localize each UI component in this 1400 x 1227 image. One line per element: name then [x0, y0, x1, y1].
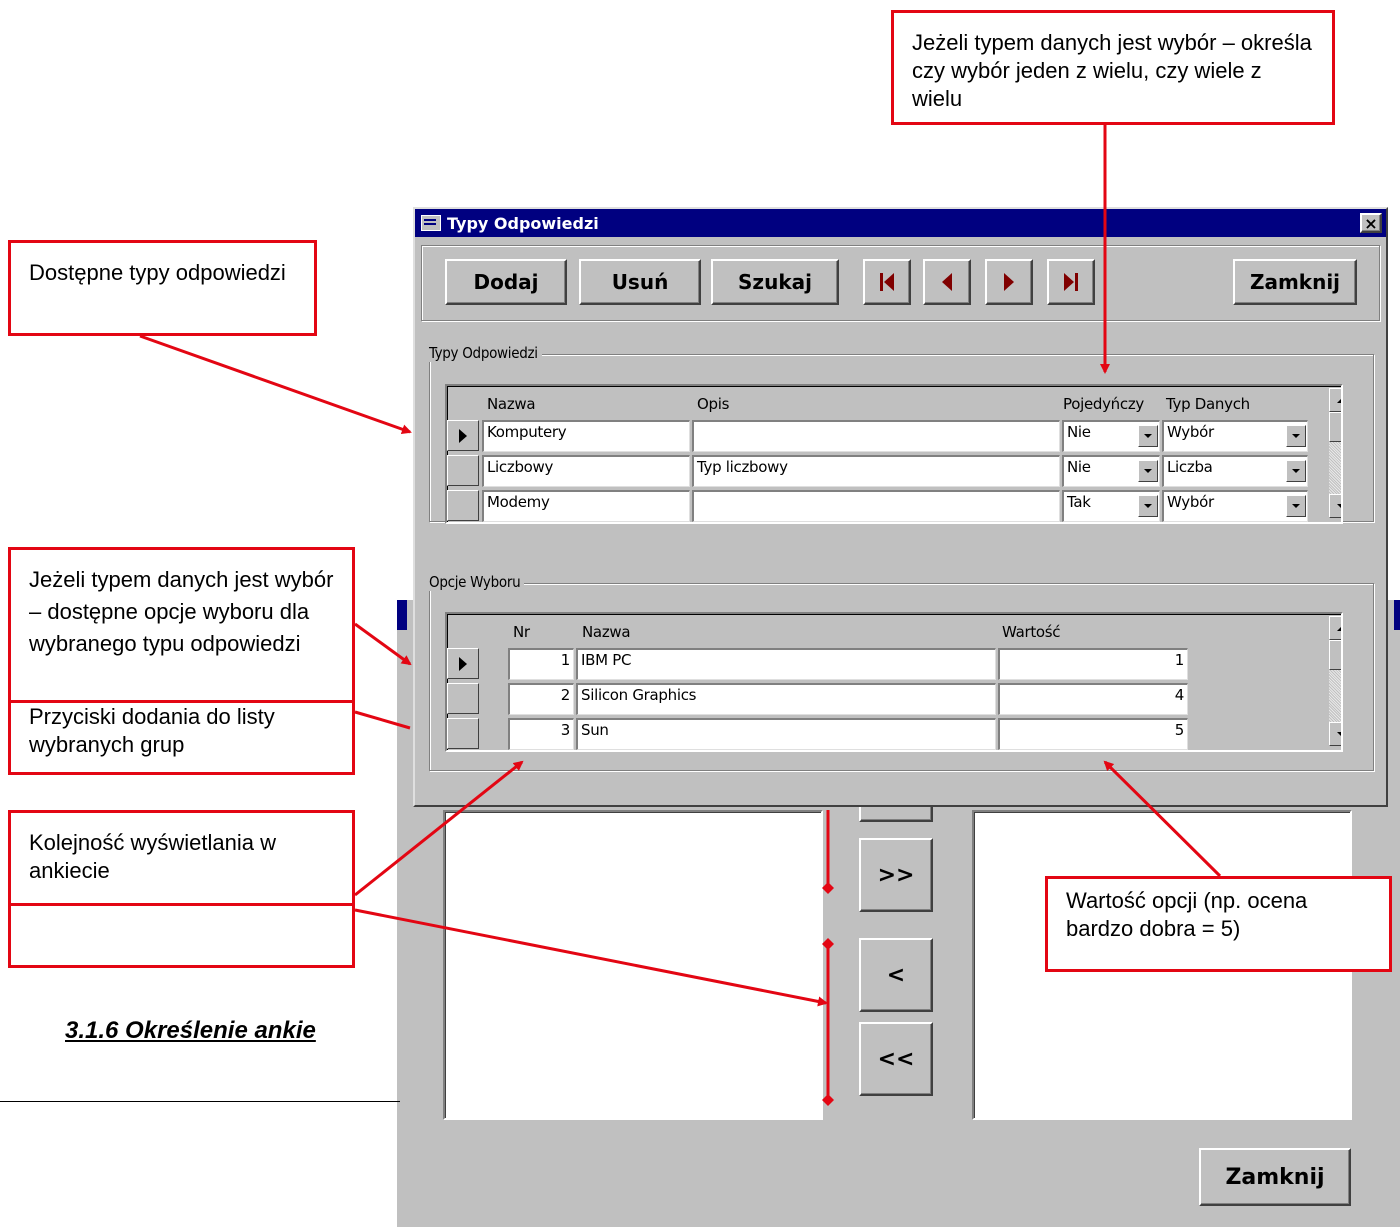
arrow-display-order-secondary: [354, 908, 828, 1007]
arrow-display-order: [354, 760, 524, 897]
arrow-option-value: [1103, 760, 1222, 878]
arrow-choice-options: [354, 622, 412, 666]
bracket-end-diamond: [822, 882, 834, 894]
arrow-add-buttons: [354, 710, 411, 730]
bracket-end-diamond: [822, 938, 834, 950]
arrow-available-types: [139, 334, 412, 435]
annotation-arrows: [139, 125, 1222, 1106]
bracket-end-diamond: [822, 1094, 834, 1106]
